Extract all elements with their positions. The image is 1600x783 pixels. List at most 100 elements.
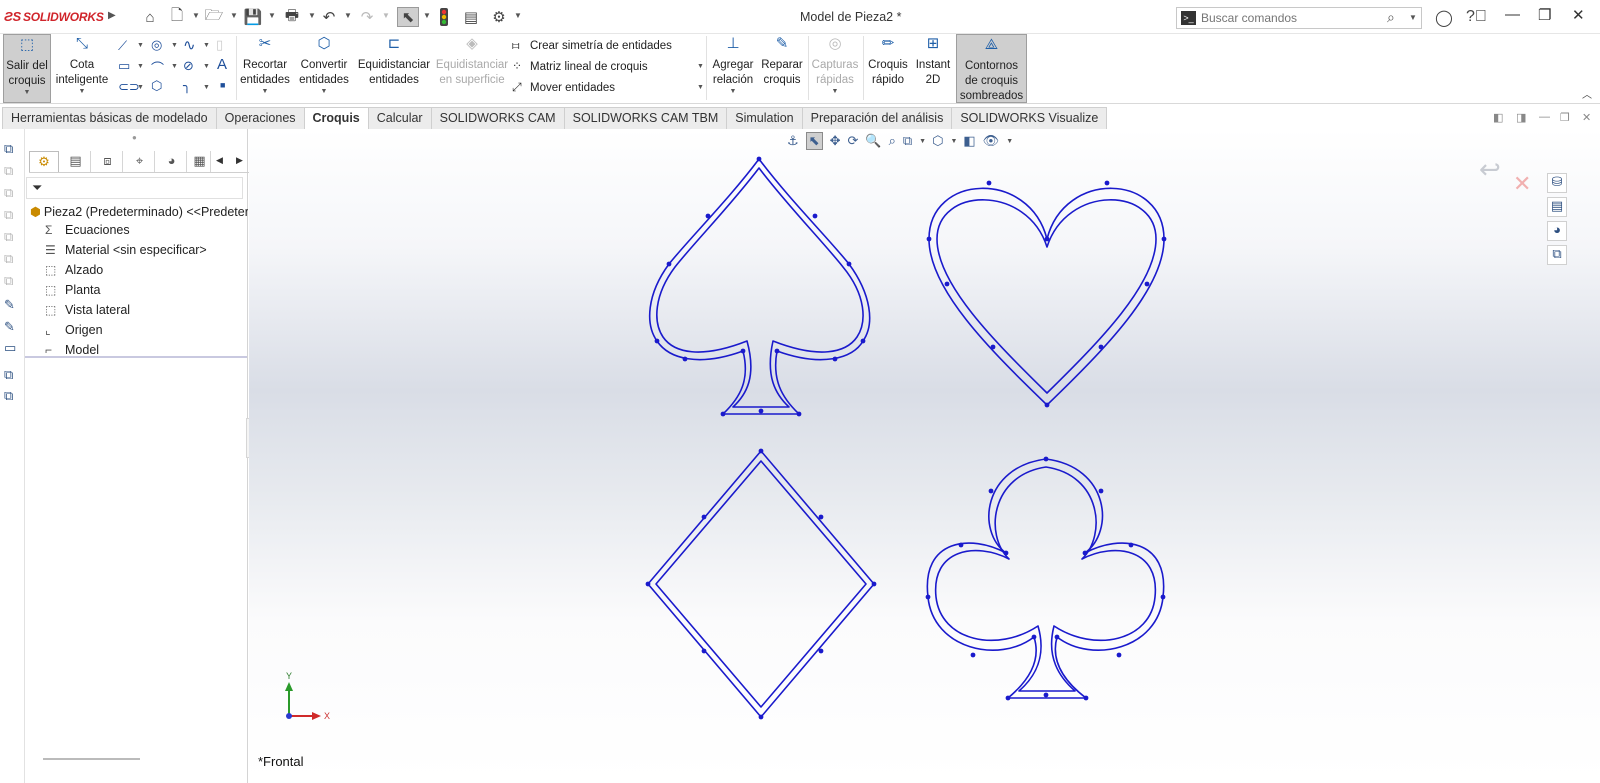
sketch-tool-a-icon[interactable]: ✎ bbox=[4, 297, 15, 313]
select-pointer-icon[interactable]: ⬉ bbox=[397, 7, 419, 27]
redo-icon[interactable]: ↷ bbox=[358, 7, 376, 27]
heart-sketch[interactable] bbox=[928, 187, 1165, 406]
offset-entities-button[interactable]: ⊏ Equidistanciar entidades bbox=[356, 34, 432, 103]
circle-icon[interactable]: ◎ bbox=[151, 37, 162, 53]
line-icon[interactable]: ⟋ bbox=[118, 38, 127, 54]
ellipse-icon[interactable]: ⊘ bbox=[183, 58, 194, 74]
open-dropdown-icon[interactable]: ▼ bbox=[230, 11, 238, 20]
tile-left-icon[interactable]: ◧ bbox=[1493, 111, 1503, 124]
undo-dropdown-icon[interactable]: ▼ bbox=[344, 11, 352, 20]
convert-dropdown-icon[interactable]: ▼ bbox=[295, 88, 353, 96]
panel-grip-icon[interactable]: ● bbox=[132, 133, 137, 142]
tab-analysis-prep[interactable]: Preparación del análisis bbox=[801, 107, 953, 129]
rectangle-icon[interactable]: ▭ bbox=[118, 58, 130, 74]
tree-item-material[interactable]: ☰ Material <sin especificar> bbox=[45, 243, 207, 257]
print-dropdown-icon[interactable]: ▼ bbox=[308, 11, 316, 20]
tree-item-origin[interactable]: ⌞ Origen bbox=[45, 323, 103, 337]
redo-dropdown-icon[interactable]: ▼ bbox=[382, 11, 390, 20]
strip-tool-5-icon[interactable]: ⧉ bbox=[4, 229, 13, 245]
select-dropdown-icon[interactable]: ▼ bbox=[423, 11, 431, 20]
fillet-dropdown-icon[interactable]: ▼ bbox=[203, 84, 210, 91]
add-relation-button[interactable]: ⊥ Agregar relación ▼ bbox=[709, 34, 757, 103]
tabs-scroll-right-icon[interactable]: ▶ bbox=[236, 155, 243, 166]
search-input[interactable] bbox=[1201, 10, 1381, 26]
text-icon[interactable]: A bbox=[217, 56, 227, 73]
spade-sketch[interactable] bbox=[648, 158, 871, 415]
tree-item-front-plane[interactable]: ⬚ Alzado bbox=[45, 263, 103, 277]
restore-icon[interactable]: ❐ bbox=[1538, 6, 1551, 24]
line-dropdown-icon[interactable]: ▼ bbox=[137, 42, 144, 49]
cam-tab-icon[interactable]: ▦ bbox=[189, 151, 211, 172]
tab-cam-tbm[interactable]: SOLIDWORKS CAM TBM bbox=[563, 107, 728, 129]
save-icon[interactable]: 💾 bbox=[244, 7, 263, 27]
layer-tool-a-icon[interactable]: ⧉ bbox=[4, 367, 13, 383]
doc-restore-icon[interactable]: ❐ bbox=[1560, 111, 1570, 124]
strip-tool-6-icon[interactable]: ⧉ bbox=[4, 251, 13, 267]
convert-entities-button[interactable]: ⬡ Convertir entidades ▼ bbox=[295, 34, 353, 103]
display-manager-tab-icon[interactable]: ◕ bbox=[157, 151, 187, 172]
sketch-canvas[interactable]: Y X bbox=[249, 129, 1600, 783]
diamond-sketch[interactable] bbox=[647, 450, 875, 718]
options-gear-icon[interactable]: ⚙ bbox=[490, 7, 508, 27]
surface-sketch-icon[interactable]: ▯ bbox=[216, 37, 223, 53]
trim-dropdown-icon[interactable]: ▼ bbox=[240, 88, 290, 96]
undo-icon[interactable]: ↶ bbox=[320, 7, 338, 27]
graphics-area[interactable]: ⚓ ⬉ ✥ ⟳ 🔍 ⌕ ⧉ ▼ ⬡ ▼ ◧ 👁 ▼ ↩ ✕ ⛁ ▤ ◕ ⧉ Y … bbox=[249, 129, 1600, 783]
options-dropdown-icon[interactable]: ▼ bbox=[514, 11, 522, 20]
command-search[interactable]: >_ ⌕ ▼ bbox=[1176, 7, 1422, 29]
shaded-sketch-contours-button[interactable]: ⟁ Contornos de croquis sombreados bbox=[956, 34, 1027, 103]
tree-item-right-plane[interactable]: ⬚ Vista lateral bbox=[45, 303, 130, 317]
close-icon[interactable]: ✕ bbox=[1572, 6, 1585, 24]
tab-visualize[interactable]: SOLIDWORKS Visualize bbox=[951, 107, 1108, 129]
minimize-icon[interactable]: — bbox=[1505, 6, 1520, 23]
rectangle-dropdown-icon[interactable]: ▼ bbox=[137, 63, 144, 70]
copy-entities-icon[interactable]: ⧉ bbox=[4, 141, 13, 157]
sketch-tool-b-icon[interactable]: ✎ bbox=[4, 319, 15, 335]
club-sketch[interactable] bbox=[926, 458, 1165, 699]
search-icon[interactable]: ⌕ bbox=[1387, 9, 1395, 26]
quick-snaps-button[interactable]: ◎ Capturas rápidas ▼ bbox=[810, 34, 860, 103]
open-folder-icon[interactable]: 🗁 bbox=[205, 7, 224, 27]
doc-close-icon[interactable]: ✕ bbox=[1582, 111, 1591, 124]
strip-tool-4-icon[interactable]: ⧉ bbox=[4, 207, 13, 223]
slot-dropdown-icon[interactable]: ▼ bbox=[137, 84, 144, 91]
exit-sketch-button[interactable]: ⬚ Salir del croquis ▼ bbox=[3, 34, 51, 103]
quick-snaps-dropdown-icon[interactable]: ▼ bbox=[810, 88, 860, 96]
pattern-dropdown-icon[interactable]: ▼ bbox=[697, 63, 704, 70]
arc-icon[interactable]: ⌒ bbox=[151, 58, 164, 77]
tree-item-equations[interactable]: Σ Ecuaciones bbox=[45, 223, 130, 237]
spline-dropdown-icon[interactable]: ▼ bbox=[203, 42, 210, 49]
tab-cam[interactable]: SOLIDWORKS CAM bbox=[430, 107, 565, 129]
rollback-bar[interactable] bbox=[25, 356, 247, 358]
print-icon[interactable]: 🖶 bbox=[282, 7, 302, 27]
tab-basic-modeling[interactable]: Herramientas básicas de modelado bbox=[2, 107, 217, 129]
relation-dropdown-icon[interactable]: ▼ bbox=[709, 88, 757, 96]
tab-sketch[interactable]: Croquis bbox=[303, 107, 369, 129]
tab-evaluate[interactable]: Calcular bbox=[367, 107, 432, 129]
tree-item-model-sketch[interactable]: ⌐ Model bbox=[45, 343, 99, 357]
tab-simulation[interactable]: Simulation bbox=[726, 107, 803, 129]
file-properties-icon[interactable]: ▤ bbox=[462, 7, 480, 27]
polygon-icon[interactable]: ⬡ bbox=[151, 78, 162, 94]
panel-scrollbar[interactable] bbox=[43, 758, 140, 760]
repair-sketch-button[interactable]: ✎ Reparar croquis bbox=[758, 34, 806, 103]
property-manager-tab-icon[interactable]: ▤ bbox=[61, 151, 91, 172]
save-dropdown-icon[interactable]: ▼ bbox=[268, 11, 276, 20]
tabs-scroll-left-icon[interactable]: ◀ bbox=[216, 155, 223, 166]
tab-features[interactable]: Operaciones bbox=[215, 107, 305, 129]
spline-icon[interactable]: ∿ bbox=[183, 36, 196, 54]
instant-2d-button[interactable]: ⊞ Instant 2D bbox=[912, 34, 954, 103]
rebuild-traffic-light-icon[interactable] bbox=[436, 7, 452, 27]
smart-dimension-dropdown-icon[interactable]: ▼ bbox=[54, 88, 110, 96]
feature-manager-tab-icon[interactable]: ⚙ bbox=[29, 151, 59, 172]
mirror-entities-button[interactable]: ⧦ Crear simetría de entidades bbox=[512, 38, 672, 53]
new-dropdown-icon[interactable]: ▼ bbox=[192, 11, 200, 20]
arc-dropdown-icon[interactable]: ▼ bbox=[171, 63, 178, 70]
new-document-icon[interactable]: 🗋 bbox=[168, 7, 186, 27]
tree-filter[interactable]: ⏷ bbox=[26, 177, 243, 199]
point-icon[interactable]: ■ bbox=[220, 80, 225, 90]
solidworks-logo[interactable]: ƧS SOLIDWORKS bbox=[4, 9, 104, 24]
dimxpert-tab-icon[interactable]: ⌖ bbox=[125, 151, 155, 172]
offset-on-surface-button[interactable]: ◈ Equidistanciar en superficie bbox=[434, 34, 510, 103]
home-icon[interactable]: ⌂ bbox=[140, 7, 160, 27]
